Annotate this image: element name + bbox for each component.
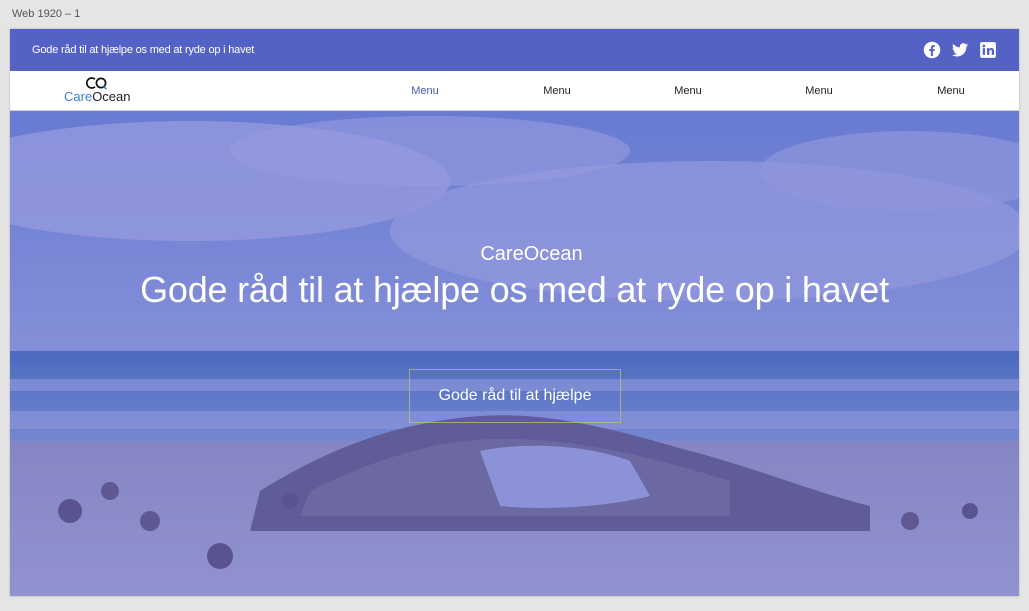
- nav-menu-item-1[interactable]: Menu: [411, 71, 439, 111]
- top-bar-tagline: Gode råd til at hjælpe os med at ryde op…: [32, 44, 255, 56]
- logo-mark-icon: [86, 77, 108, 90]
- social-links: [923, 41, 997, 59]
- hero-section: CareOcean Gode råd til at hjælpe os med …: [10, 111, 1019, 596]
- logo-text-care: Care: [64, 89, 93, 104]
- hero-subtitle: CareOcean: [480, 243, 583, 265]
- twitter-icon[interactable]: [951, 41, 969, 59]
- logo-wordmark: CareOcean: [64, 89, 131, 105]
- hero-color-overlay: [10, 111, 1019, 596]
- top-bar: Gode råd til at hjælpe os med at ryde op…: [10, 29, 1019, 71]
- nav-menu-item-5[interactable]: Menu: [937, 71, 965, 111]
- careocean-logo[interactable]: CareOcean: [64, 76, 134, 106]
- nav-menu-item-4[interactable]: Menu: [805, 71, 833, 111]
- hero-title: Gode råd til at hjælpe os med at ryde op…: [140, 269, 889, 310]
- facebook-icon[interactable]: [923, 41, 941, 59]
- hero-cta-button[interactable]: Gode råd til at hjælpe: [409, 369, 621, 423]
- artboard-label: Web 1920 – 1: [12, 8, 81, 20]
- linkedin-icon[interactable]: [979, 41, 997, 59]
- nav-menu-item-3[interactable]: Menu: [674, 71, 702, 111]
- web-page-frame: Gode råd til at hjælpe os med at ryde op…: [10, 29, 1019, 596]
- nav-menu-item-2[interactable]: Menu: [543, 71, 571, 111]
- nav-bar: CareOcean Menu Menu Menu Menu Menu: [10, 71, 1019, 111]
- logo-text-ocean: Ocean: [92, 89, 131, 104]
